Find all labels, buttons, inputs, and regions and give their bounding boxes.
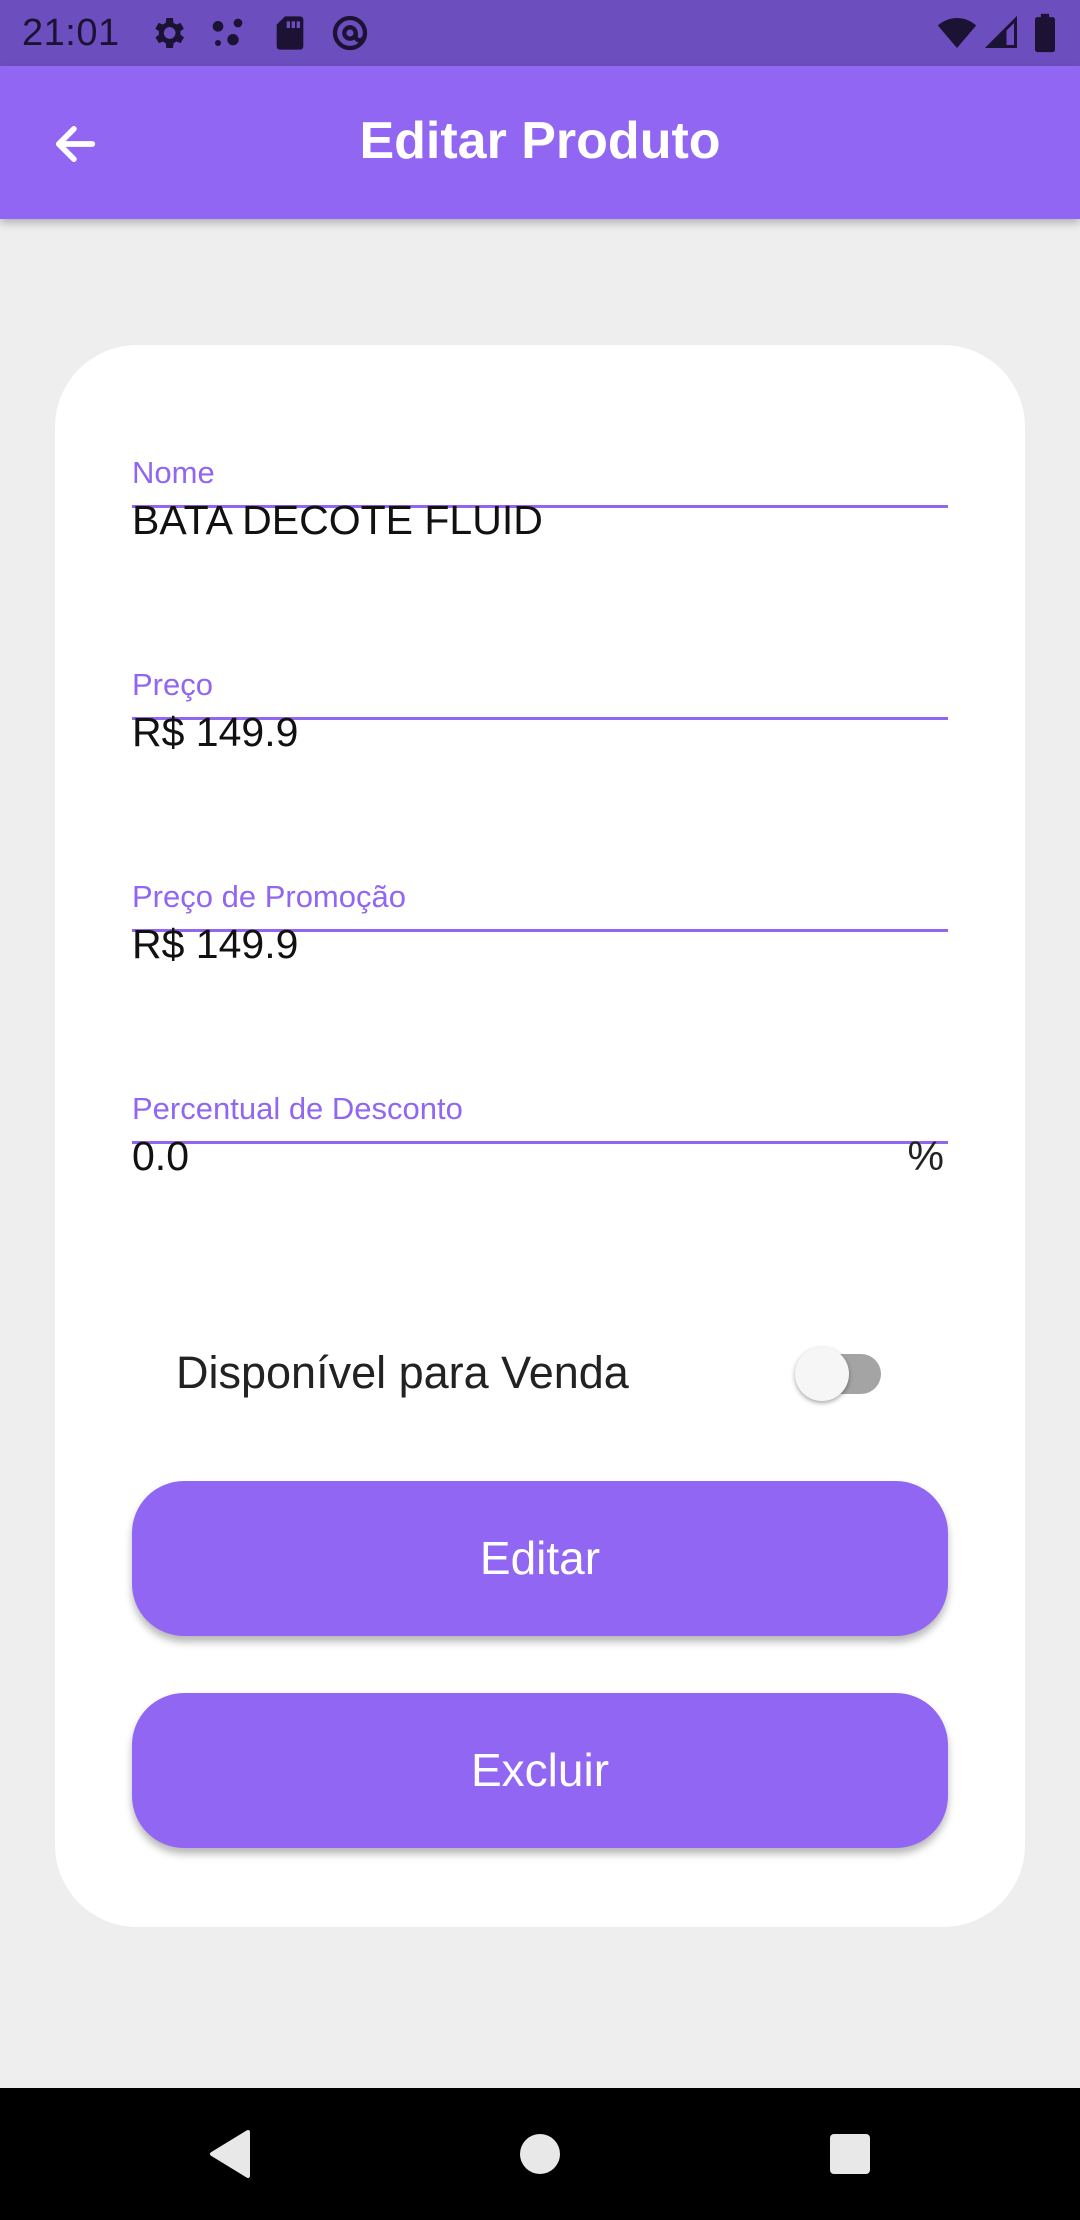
status-time: 21:01 xyxy=(22,12,120,54)
back-triangle-icon xyxy=(210,2130,250,2178)
editar-button[interactable]: Editar xyxy=(132,1481,948,1636)
disponivel-label: Disponível para Venda xyxy=(176,1347,629,1398)
disponivel-toggle[interactable] xyxy=(767,1328,917,1418)
system-nav-bar xyxy=(0,2088,1080,2220)
battery-icon xyxy=(1030,13,1060,53)
preco-label: Preço xyxy=(132,667,213,702)
connection-dots-icon xyxy=(208,13,248,53)
app-bar: Editar Produto xyxy=(0,66,1080,219)
percentual-desconto-field[interactable]: Percentual de Desconto 0.0 % xyxy=(132,981,948,1179)
preco-promocao-label: Preço de Promoção xyxy=(132,879,406,914)
excluir-button[interactable]: Excluir xyxy=(132,1693,948,1848)
cell-signal-icon xyxy=(984,13,1020,53)
toggle-thumb xyxy=(795,1347,849,1401)
preco-input[interactable]: R$ 149.9 xyxy=(132,707,298,757)
recents-square-icon xyxy=(830,2134,870,2174)
nav-recents-button[interactable] xyxy=(810,2114,890,2194)
wifi-icon xyxy=(935,13,979,53)
sd-card-icon xyxy=(270,13,310,53)
preco-field[interactable]: Preço R$ 149.9 xyxy=(132,557,948,755)
status-bar: 21:01 xyxy=(0,0,1080,66)
nav-back-button[interactable] xyxy=(190,2114,270,2194)
percent-suffix: % xyxy=(907,1133,944,1179)
nav-home-button[interactable] xyxy=(500,2114,580,2194)
preco-promocao-field[interactable]: Preço de Promoção R$ 149.9 xyxy=(132,769,948,967)
percentual-desconto-label: Percentual de Desconto xyxy=(132,1091,463,1126)
nome-label: Nome xyxy=(132,455,215,490)
settings-gear-icon xyxy=(148,13,188,53)
preco-promocao-input[interactable]: R$ 149.9 xyxy=(132,919,298,969)
percentual-desconto-input[interactable]: 0.0 xyxy=(132,1131,189,1181)
nome-input[interactable]: BATA DECOTE FLUID xyxy=(132,495,543,545)
nome-field[interactable]: Nome BATA DECOTE FLUID xyxy=(132,345,948,543)
at-sign-icon xyxy=(330,13,370,53)
page-title: Editar Produto xyxy=(359,112,721,170)
edit-product-card: Nome BATA DECOTE FLUID Preço R$ 149.9 Pr… xyxy=(55,345,1025,1927)
home-circle-icon xyxy=(520,2134,560,2174)
